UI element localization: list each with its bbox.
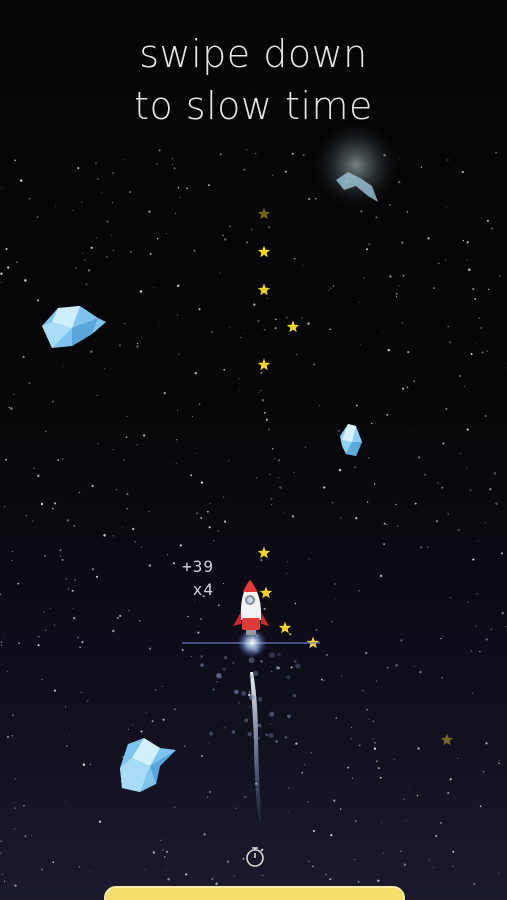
trail-particle [269, 711, 275, 717]
trail-particle [275, 666, 280, 670]
trail-particle [295, 663, 301, 669]
trail-particle [287, 714, 291, 719]
score-multiplier: x4 [192, 580, 214, 599]
trail-particle [247, 732, 252, 737]
trail-particle [268, 732, 274, 739]
trail-particle [257, 696, 263, 702]
rocket-icon [233, 580, 269, 635]
trail-particle [252, 670, 259, 677]
trail-particle [248, 657, 255, 663]
trail-particle [257, 723, 262, 728]
trail-particle [222, 667, 226, 672]
trail-particle [231, 730, 236, 734]
trail-particle [234, 689, 239, 695]
trail-particle [200, 655, 203, 658]
trail-particle [208, 731, 214, 736]
score-points: +39 [182, 557, 214, 576]
rocket-group [182, 580, 320, 830]
trail-particle [212, 688, 215, 691]
trail-particle [252, 736, 255, 739]
bottom-action-button[interactable] [104, 886, 405, 900]
trail-particle [260, 659, 263, 663]
trail-particle [216, 673, 222, 678]
trail-particle [237, 701, 241, 704]
trail-particle [244, 718, 249, 723]
trail-particle [292, 693, 297, 698]
trail-particle [241, 690, 247, 696]
trail-particle [293, 660, 297, 663]
trail-particle [265, 733, 269, 737]
trail-particle [277, 652, 281, 657]
trail-particle [286, 674, 291, 680]
trail-particle [232, 661, 235, 665]
trail-particle [248, 705, 251, 709]
trail-particle [223, 726, 226, 729]
game-scene[interactable]: swipe down to slow time +39 x4 [0, 0, 507, 900]
trail-particle [224, 656, 228, 660]
trail-particle [200, 663, 204, 667]
trail-particle [248, 694, 255, 701]
trail-particle [284, 736, 288, 739]
stopwatch-icon[interactable] [244, 845, 266, 869]
trail-particle [252, 720, 257, 725]
trail-particle [257, 736, 260, 740]
trail-particle [269, 652, 275, 658]
trail-particle [249, 674, 253, 679]
